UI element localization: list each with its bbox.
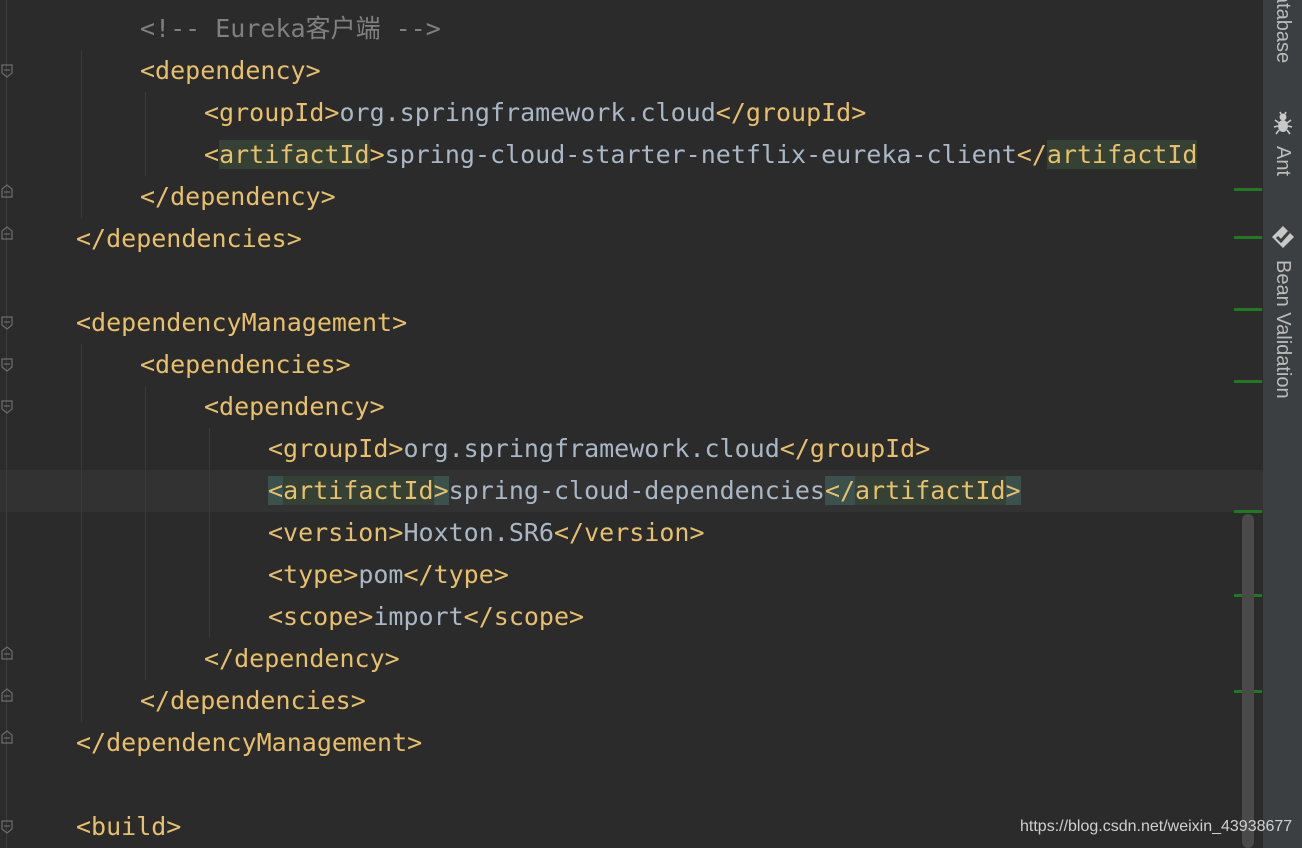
fold-toggle-icon[interactable] — [1, 226, 13, 240]
code-token: <groupId> — [268, 434, 404, 463]
code-token: artifactId — [1046, 140, 1198, 169]
code-token: Hoxton.SR6 — [403, 518, 554, 547]
code-line[interactable]: <groupId>org.springframework.cloud</grou… — [204, 92, 866, 134]
indent-guide — [209, 428, 210, 638]
fold-toggle-icon[interactable] — [1, 688, 13, 702]
code-token: > — [433, 476, 449, 505]
code-line[interactable]: <version>Hoxton.SR6</version> — [268, 512, 705, 554]
code-line[interactable]: <dependencyManagement> — [76, 302, 407, 344]
code-token: <type> — [268, 560, 359, 589]
code-line[interactable]: <scope>import</scope> — [268, 596, 584, 638]
code-token: </ — [824, 476, 856, 505]
code-token: <version> — [268, 518, 404, 547]
code-token: artifactId — [219, 140, 370, 169]
code-line[interactable]: </dependencies> — [140, 680, 366, 722]
code-editor[interactable]: <!-- Eureka客户端 --> <dependency> <groupId>o… — [0, 0, 1263, 848]
indent-guide — [145, 386, 146, 680]
change-marker[interactable] — [1234, 236, 1262, 239]
fold-toggle-icon[interactable] — [1, 400, 13, 414]
vertical-scrollbar[interactable] — [1242, 514, 1254, 848]
code-token: artifactId — [855, 476, 1006, 505]
code-token: import — [373, 602, 464, 631]
change-marker[interactable] — [1234, 510, 1262, 513]
code-token: org.springframework.cloud — [403, 434, 780, 463]
fold-toggle-icon[interactable] — [1, 820, 13, 834]
bean-validation-icon — [1270, 224, 1296, 254]
code-token: < — [204, 140, 220, 169]
change-marker[interactable] — [1234, 308, 1262, 311]
code-line[interactable]: <groupId>org.springframework.cloud</grou… — [268, 428, 930, 470]
code-token: spring-cloud-dependencies — [448, 476, 825, 505]
gutter-divider — [6, 0, 7, 848]
code-token: <dependencyManagement> — [76, 308, 408, 337]
code-line[interactable]: <dependencies> — [140, 344, 351, 386]
bean-validation-tool-button[interactable]: Bean Validation — [1263, 224, 1302, 399]
code-token: < — [268, 476, 284, 505]
code-token: org.springframework.cloud — [339, 98, 716, 127]
code-line[interactable]: </dependencyManagement> — [76, 722, 422, 764]
code-token: </groupId> — [779, 434, 931, 463]
change-marker[interactable] — [1234, 380, 1262, 383]
code-token: </dependencies> — [140, 686, 366, 715]
code-token: </dependency> — [140, 182, 336, 211]
code-token: </ — [1016, 140, 1047, 169]
code-token: <dependency> — [204, 392, 385, 421]
code-token: <dependency> — [140, 56, 321, 85]
code-line[interactable]: <build> — [76, 806, 181, 848]
code-line[interactable]: <artifactId>spring-cloud-dependencies</a… — [268, 470, 1021, 512]
code-line[interactable]: </dependencies> — [76, 218, 302, 260]
code-line[interactable]: <!-- Eureka客户端 --> — [140, 8, 441, 50]
code-token: <scope> — [268, 602, 374, 631]
code-token: spring-cloud-starter-netflix-eureka-clie… — [384, 140, 1017, 169]
ant-label: Ant — [1272, 146, 1294, 177]
fold-toggle-icon[interactable] — [1, 184, 13, 198]
code-line[interactable]: <type>pom</type> — [268, 554, 509, 596]
indent-guide — [81, 344, 82, 722]
code-token: </dependencies> — [76, 224, 302, 253]
code-token: <build> — [76, 812, 182, 841]
ant-icon — [1271, 110, 1295, 140]
code-token: pom — [358, 560, 404, 589]
bean-validation-label: Bean Validation — [1272, 260, 1294, 399]
code-token: </dependencyManagement> — [76, 728, 423, 757]
code-token: <!-- Eureka客户端 --> — [140, 14, 441, 43]
code-line[interactable]: <dependency> — [204, 386, 385, 428]
indent-guide — [145, 92, 146, 176]
code-token: </scope> — [463, 602, 585, 631]
fold-toggle-icon[interactable] — [1, 64, 13, 78]
code-line[interactable]: </dependency> — [204, 638, 400, 680]
database-label: atabase — [1272, 0, 1294, 64]
code-line[interactable]: <dependency> — [140, 50, 321, 92]
right-tool-sidebar: atabase Ant Bean Validation — [1263, 0, 1302, 848]
fold-toggle-icon[interactable] — [1, 646, 13, 660]
code-token: </type> — [403, 560, 509, 589]
code-token: > — [369, 140, 385, 169]
code-token: > — [1005, 476, 1021, 505]
code-line[interactable]: </dependency> — [140, 176, 336, 218]
watermark-text: https://blog.csdn.net/weixin_43938677 — [1020, 818, 1293, 835]
fold-toggle-icon[interactable] — [1, 316, 13, 330]
code-token: </groupId> — [715, 98, 867, 127]
ant-tool-button[interactable]: Ant — [1263, 110, 1302, 176]
database-tool-button[interactable]: atabase — [1263, 0, 1302, 63]
code-token: artifactId — [283, 476, 434, 505]
code-token: </dependency> — [204, 644, 400, 673]
fold-toggle-icon[interactable] — [1, 358, 13, 372]
code-token: </version> — [553, 518, 705, 547]
code-token: <groupId> — [204, 98, 340, 127]
change-marker[interactable] — [1234, 188, 1262, 191]
code-line[interactable]: <artifactId>spring-cloud-starter-netflix… — [204, 134, 1198, 176]
code-token: <dependencies> — [140, 350, 351, 379]
indent-guide — [81, 50, 82, 218]
fold-toggle-icon[interactable] — [1, 730, 13, 744]
